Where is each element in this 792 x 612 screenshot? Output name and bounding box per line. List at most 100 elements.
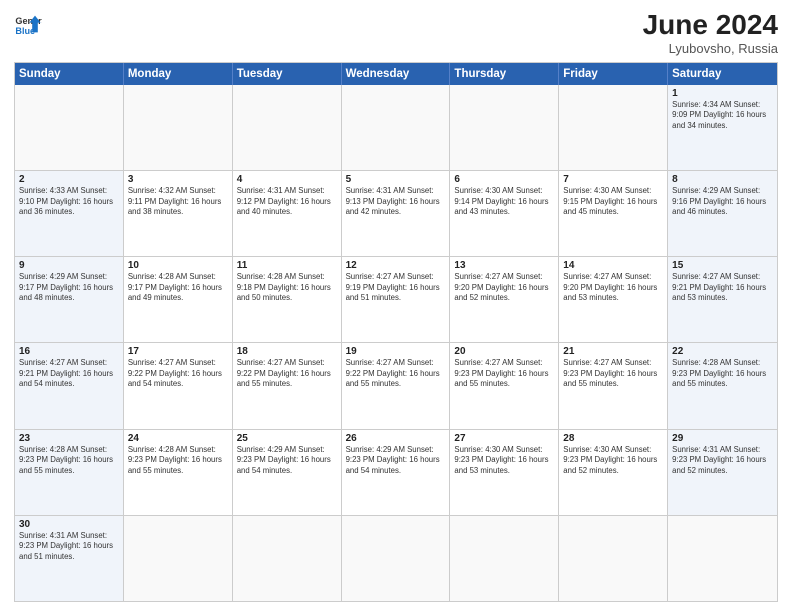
calendar-cell [668, 516, 777, 601]
day-info: Sunrise: 4:31 AM Sunset: 9:13 PM Dayligh… [346, 186, 446, 218]
day-info: Sunrise: 4:27 AM Sunset: 9:21 PM Dayligh… [672, 272, 773, 304]
day-number: 24 [128, 433, 228, 444]
day-number: 25 [237, 433, 337, 444]
calendar-cell: 15Sunrise: 4:27 AM Sunset: 9:21 PM Dayli… [668, 257, 777, 342]
calendar-cell: 22Sunrise: 4:28 AM Sunset: 9:23 PM Dayli… [668, 343, 777, 428]
day-number: 7 [563, 174, 663, 185]
day-number: 3 [128, 174, 228, 185]
generalblue-logo-icon: General Blue [14, 10, 42, 38]
day-number: 11 [237, 260, 337, 271]
calendar-week-4: 23Sunrise: 4:28 AM Sunset: 9:23 PM Dayli… [15, 429, 777, 515]
day-info: Sunrise: 4:27 AM Sunset: 9:19 PM Dayligh… [346, 272, 446, 304]
calendar-title: June 2024 [643, 10, 778, 41]
day-number: 16 [19, 346, 119, 357]
calendar-cell: 30Sunrise: 4:31 AM Sunset: 9:23 PM Dayli… [15, 516, 124, 601]
day-number: 17 [128, 346, 228, 357]
day-info: Sunrise: 4:30 AM Sunset: 9:15 PM Dayligh… [563, 186, 663, 218]
day-info: Sunrise: 4:27 AM Sunset: 9:21 PM Dayligh… [19, 358, 119, 390]
calendar-cell: 12Sunrise: 4:27 AM Sunset: 9:19 PM Dayli… [342, 257, 451, 342]
svg-text:Blue: Blue [15, 26, 35, 36]
day-info: Sunrise: 4:30 AM Sunset: 9:23 PM Dayligh… [454, 445, 554, 477]
day-info: Sunrise: 4:30 AM Sunset: 9:23 PM Dayligh… [563, 445, 663, 477]
day-number: 22 [672, 346, 773, 357]
day-number: 12 [346, 260, 446, 271]
calendar-cell: 23Sunrise: 4:28 AM Sunset: 9:23 PM Dayli… [15, 430, 124, 515]
day-info: Sunrise: 4:27 AM Sunset: 9:20 PM Dayligh… [563, 272, 663, 304]
day-info: Sunrise: 4:30 AM Sunset: 9:14 PM Dayligh… [454, 186, 554, 218]
day-number: 10 [128, 260, 228, 271]
day-info: Sunrise: 4:27 AM Sunset: 9:22 PM Dayligh… [346, 358, 446, 390]
day-number: 1 [672, 88, 773, 99]
calendar-cell: 16Sunrise: 4:27 AM Sunset: 9:21 PM Dayli… [15, 343, 124, 428]
calendar-cell: 2Sunrise: 4:33 AM Sunset: 9:10 PM Daylig… [15, 171, 124, 256]
day-number: 29 [672, 433, 773, 444]
day-number: 9 [19, 260, 119, 271]
calendar-week-2: 9Sunrise: 4:29 AM Sunset: 9:17 PM Daylig… [15, 256, 777, 342]
calendar: SundayMondayTuesdayWednesdayThursdayFrid… [14, 62, 778, 602]
calendar-cell: 25Sunrise: 4:29 AM Sunset: 9:23 PM Dayli… [233, 430, 342, 515]
calendar-header-row: SundayMondayTuesdayWednesdayThursdayFrid… [15, 63, 777, 85]
calendar-cell: 5Sunrise: 4:31 AM Sunset: 9:13 PM Daylig… [342, 171, 451, 256]
day-info: Sunrise: 4:27 AM Sunset: 9:23 PM Dayligh… [454, 358, 554, 390]
day-number: 23 [19, 433, 119, 444]
calendar-cell: 20Sunrise: 4:27 AM Sunset: 9:23 PM Dayli… [450, 343, 559, 428]
day-number: 18 [237, 346, 337, 357]
header-cell-monday: Monday [124, 63, 233, 85]
header-cell-sunday: Sunday [15, 63, 124, 85]
day-number: 20 [454, 346, 554, 357]
day-number: 28 [563, 433, 663, 444]
day-number: 8 [672, 174, 773, 185]
header-cell-wednesday: Wednesday [342, 63, 451, 85]
day-info: Sunrise: 4:29 AM Sunset: 9:16 PM Dayligh… [672, 186, 773, 218]
header-cell-saturday: Saturday [668, 63, 777, 85]
calendar-cell: 6Sunrise: 4:30 AM Sunset: 9:14 PM Daylig… [450, 171, 559, 256]
day-number: 27 [454, 433, 554, 444]
header: General Blue June 2024 Lyubovsho, Russia [14, 10, 778, 56]
calendar-cell [559, 85, 668, 170]
calendar-cell [559, 516, 668, 601]
calendar-cell: 28Sunrise: 4:30 AM Sunset: 9:23 PM Dayli… [559, 430, 668, 515]
calendar-cell [450, 85, 559, 170]
calendar-cell: 18Sunrise: 4:27 AM Sunset: 9:22 PM Dayli… [233, 343, 342, 428]
day-number: 14 [563, 260, 663, 271]
logo: General Blue [14, 10, 42, 38]
calendar-cell: 3Sunrise: 4:32 AM Sunset: 9:11 PM Daylig… [124, 171, 233, 256]
header-cell-thursday: Thursday [450, 63, 559, 85]
day-info: Sunrise: 4:31 AM Sunset: 9:23 PM Dayligh… [19, 531, 119, 563]
day-info: Sunrise: 4:31 AM Sunset: 9:12 PM Dayligh… [237, 186, 337, 218]
calendar-cell: 19Sunrise: 4:27 AM Sunset: 9:22 PM Dayli… [342, 343, 451, 428]
calendar-week-3: 16Sunrise: 4:27 AM Sunset: 9:21 PM Dayli… [15, 342, 777, 428]
day-number: 2 [19, 174, 119, 185]
calendar-cell: 26Sunrise: 4:29 AM Sunset: 9:23 PM Dayli… [342, 430, 451, 515]
day-info: Sunrise: 4:33 AM Sunset: 9:10 PM Dayligh… [19, 186, 119, 218]
day-number: 30 [19, 519, 119, 530]
day-info: Sunrise: 4:28 AM Sunset: 9:23 PM Dayligh… [672, 358, 773, 390]
calendar-cell: 1Sunrise: 4:34 AM Sunset: 9:09 PM Daylig… [668, 85, 777, 170]
calendar-cell: 27Sunrise: 4:30 AM Sunset: 9:23 PM Dayli… [450, 430, 559, 515]
day-info: Sunrise: 4:27 AM Sunset: 9:23 PM Dayligh… [563, 358, 663, 390]
day-info: Sunrise: 4:28 AM Sunset: 9:18 PM Dayligh… [237, 272, 337, 304]
calendar-cell: 7Sunrise: 4:30 AM Sunset: 9:15 PM Daylig… [559, 171, 668, 256]
header-cell-tuesday: Tuesday [233, 63, 342, 85]
day-info: Sunrise: 4:28 AM Sunset: 9:17 PM Dayligh… [128, 272, 228, 304]
calendar-cell: 29Sunrise: 4:31 AM Sunset: 9:23 PM Dayli… [668, 430, 777, 515]
calendar-cell: 14Sunrise: 4:27 AM Sunset: 9:20 PM Dayli… [559, 257, 668, 342]
title-block: June 2024 Lyubovsho, Russia [643, 10, 778, 56]
calendar-cell: 8Sunrise: 4:29 AM Sunset: 9:16 PM Daylig… [668, 171, 777, 256]
calendar-cell: 10Sunrise: 4:28 AM Sunset: 9:17 PM Dayli… [124, 257, 233, 342]
calendar-body: 1Sunrise: 4:34 AM Sunset: 9:09 PM Daylig… [15, 85, 777, 601]
day-number: 13 [454, 260, 554, 271]
day-number: 6 [454, 174, 554, 185]
day-info: Sunrise: 4:32 AM Sunset: 9:11 PM Dayligh… [128, 186, 228, 218]
day-number: 21 [563, 346, 663, 357]
calendar-cell: 24Sunrise: 4:28 AM Sunset: 9:23 PM Dayli… [124, 430, 233, 515]
page: General Blue June 2024 Lyubovsho, Russia… [0, 0, 792, 612]
calendar-week-5: 30Sunrise: 4:31 AM Sunset: 9:23 PM Dayli… [15, 515, 777, 601]
calendar-cell: 11Sunrise: 4:28 AM Sunset: 9:18 PM Dayli… [233, 257, 342, 342]
calendar-cell [342, 516, 451, 601]
day-info: Sunrise: 4:28 AM Sunset: 9:23 PM Dayligh… [19, 445, 119, 477]
calendar-week-1: 2Sunrise: 4:33 AM Sunset: 9:10 PM Daylig… [15, 170, 777, 256]
day-info: Sunrise: 4:29 AM Sunset: 9:17 PM Dayligh… [19, 272, 119, 304]
calendar-cell [233, 85, 342, 170]
day-info: Sunrise: 4:29 AM Sunset: 9:23 PM Dayligh… [346, 445, 446, 477]
